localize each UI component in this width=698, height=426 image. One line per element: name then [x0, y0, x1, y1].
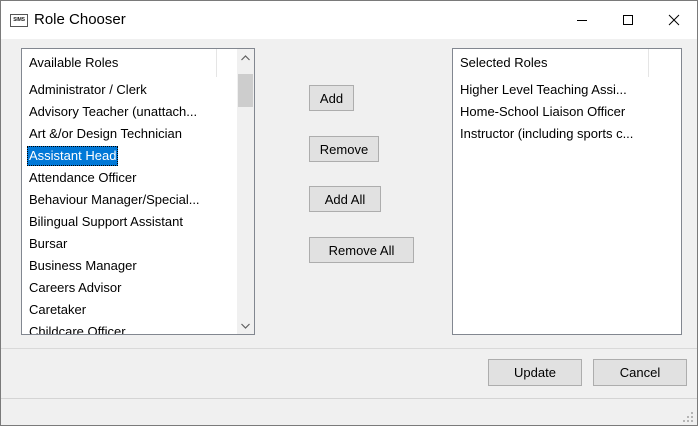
update-button[interactable]: Update: [488, 359, 582, 386]
available-role-item[interactable]: Administrator / Clerk: [27, 80, 149, 100]
selected-role-item[interactable]: Home-School Liaison Officer: [458, 102, 627, 122]
remove-button[interactable]: Remove: [309, 136, 379, 162]
status-bar: [1, 398, 697, 425]
available-role-item[interactable]: Childcare Officer: [27, 322, 128, 334]
available-role-item[interactable]: Attendance Officer: [27, 168, 138, 188]
available-role-item[interactable]: Advisory Teacher (unattach...: [27, 102, 199, 122]
maximize-button[interactable]: [605, 1, 651, 39]
chevron-down-icon: [241, 323, 250, 329]
close-icon: [668, 14, 680, 26]
add-all-button[interactable]: Add All: [309, 186, 381, 212]
scroll-up-button[interactable]: [237, 49, 254, 66]
maximize-icon: [623, 15, 633, 25]
resize-grip-icon[interactable]: [682, 411, 694, 423]
sims-app-icon: SIMS: [10, 14, 28, 27]
minimize-button[interactable]: [559, 1, 605, 39]
selected-roles-header[interactable]: Selected Roles: [453, 49, 649, 77]
available-roles-header[interactable]: Available Roles: [22, 49, 217, 77]
available-role-item[interactable]: Caretaker: [27, 300, 88, 320]
available-role-item[interactable]: Art &/or Design Technician: [27, 124, 184, 144]
role-chooser-window: SIMS Role Chooser Available Roles Admini…: [0, 0, 698, 426]
cancel-button[interactable]: Cancel: [593, 359, 687, 386]
title-bar[interactable]: SIMS Role Chooser: [1, 1, 697, 39]
available-role-item[interactable]: Business Manager: [27, 256, 139, 276]
available-role-item[interactable]: Bursar: [27, 234, 69, 254]
available-role-item[interactable]: Careers Advisor: [27, 278, 123, 298]
window-title: Role Chooser: [34, 11, 126, 28]
scroll-down-button[interactable]: [237, 317, 254, 334]
minimize-icon: [577, 20, 587, 21]
chevron-up-icon: [241, 54, 250, 60]
available-role-item[interactable]: Assistant Head: [27, 146, 119, 166]
selected-roles-list[interactable]: Selected Roles Higher Level Teaching Ass…: [452, 48, 682, 335]
selected-role-item[interactable]: Higher Level Teaching Assi...: [458, 80, 629, 100]
scroll-thumb[interactable]: [238, 74, 253, 107]
remove-all-button[interactable]: Remove All: [309, 237, 414, 263]
available-roles-list[interactable]: Available Roles Administrator / Clerk Adv…: [21, 48, 255, 335]
add-button[interactable]: Add: [309, 85, 354, 111]
available-roles-scrollbar[interactable]: [237, 49, 254, 334]
close-button[interactable]: [651, 1, 697, 39]
selected-role-item[interactable]: Instructor (including sports c...: [458, 124, 635, 144]
available-role-item[interactable]: Behaviour Manager/Special...: [27, 190, 202, 210]
separator: [1, 348, 697, 349]
available-role-item[interactable]: Bilingual Support Assistant: [27, 212, 185, 232]
